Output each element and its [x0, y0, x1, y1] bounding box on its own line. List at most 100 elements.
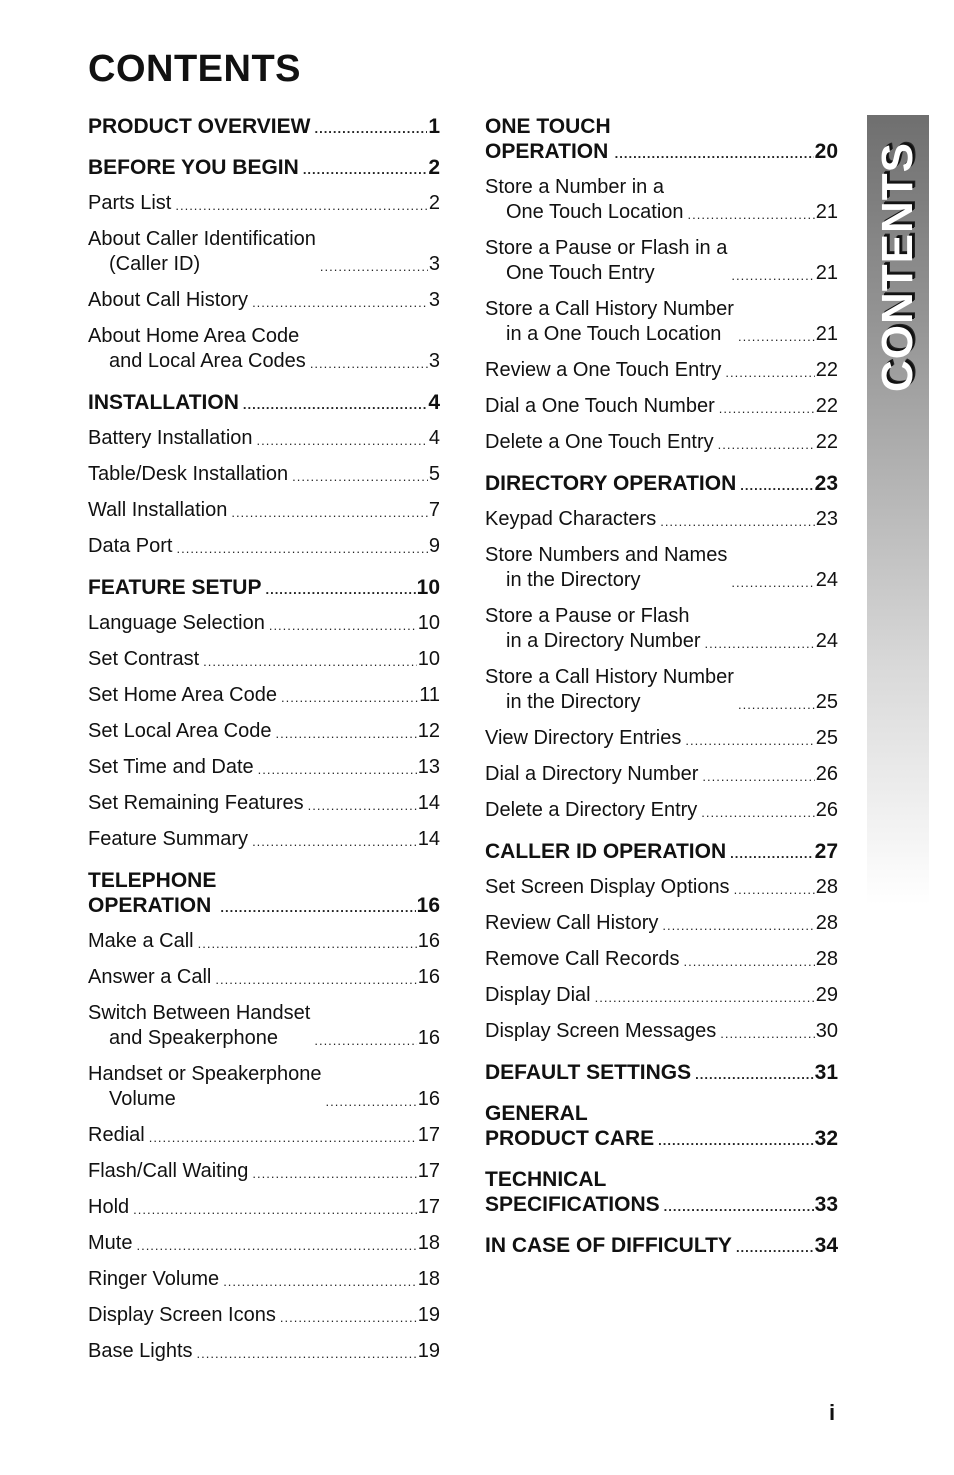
toc-entry[interactable]: Redial 17: [88, 1123, 440, 1148]
toc-entry[interactable]: Set Screen Display Options 28: [485, 875, 838, 900]
toc-entry[interactable]: Display Dial 29: [485, 983, 838, 1008]
toc-heading[interactable]: IN CASE OF DIFFICULTY 34: [485, 1229, 838, 1258]
toc-entry[interactable]: Store a Pause or Flash in a One Touch Ent…: [485, 236, 838, 286]
toc-entry[interactable]: Battery Installation 4: [88, 426, 440, 451]
toc-heading[interactable]: PRODUCT OVERVIEW 1: [88, 110, 440, 139]
toc-entry-label: Store Numbers and Names in the Directory: [485, 544, 728, 591]
page-ref: 16: [417, 1088, 440, 1110]
toc-heading[interactable]: INSTALLATION 4: [88, 386, 440, 415]
toc-entry[interactable]: Dial a Directory Number 26: [485, 762, 838, 787]
toc-entry[interactable]: Answer a Call 16: [88, 965, 440, 990]
toc-entry-label: Table/Desk Installation: [88, 463, 289, 485]
toc-section: DIRECTORY OPERATION 23 Keypad Characters 23…: [485, 467, 838, 823]
toc-entry[interactable]: Delete a One Touch Entry 22: [485, 430, 838, 455]
leader-dots: [725, 363, 814, 383]
toc-section: GENERAL PRODUCT CARE 32: [485, 1097, 838, 1151]
page-ref: 14: [417, 828, 440, 850]
toc-entry[interactable]: Parts List 2: [88, 191, 440, 216]
page-ref: 23: [814, 472, 838, 495]
toc-entry[interactable]: Mute 18: [88, 1231, 440, 1256]
leader-dots: [314, 1031, 416, 1051]
toc-heading[interactable]: TELEPHONE OPERATION 16: [88, 864, 440, 918]
leader-dots: [595, 988, 815, 1008]
toc-heading[interactable]: DEFAULT SETTINGS 31: [485, 1056, 838, 1085]
toc-entry[interactable]: Switch Between Handsetand Speakerphone 16: [88, 1001, 440, 1051]
toc-entry[interactable]: Ringer Volume 18: [88, 1267, 440, 1292]
toc-entry[interactable]: Handset or SpeakerphoneVolume 16: [88, 1062, 440, 1112]
toc-entry-label: Delete a Directory Entry: [485, 799, 698, 821]
toc-entry-label: Display Screen Messages: [485, 1020, 717, 1042]
leader-dots: [658, 1131, 813, 1151]
toc-entry[interactable]: Hold 17: [88, 1195, 440, 1220]
toc-heading[interactable]: GENERAL PRODUCT CARE 32: [485, 1097, 838, 1151]
toc-entry[interactable]: Set Local Area Code 12: [88, 719, 440, 744]
leader-dots: [252, 1164, 416, 1184]
leader-dots: [720, 1024, 815, 1044]
toc-entry[interactable]: Language Selection 10: [88, 611, 440, 636]
toc-entry[interactable]: Review a One Touch Entry 22: [485, 358, 838, 383]
toc-entry[interactable]: About Home Area Code and Local Area Codes…: [88, 324, 440, 374]
toc-entry[interactable]: Table/Desk Installation 5: [88, 462, 440, 487]
leader-dots: [292, 467, 428, 487]
toc-entry[interactable]: Wall Installation 7: [88, 498, 440, 523]
toc-entry[interactable]: View Directory Entries 25: [485, 726, 838, 751]
toc-entry[interactable]: Display Screen Messages 30: [485, 1019, 838, 1044]
leader-dots: [303, 160, 428, 180]
toc-entry[interactable]: Store a Call History Number in the Direct…: [485, 665, 838, 715]
toc-section: BEFORE YOU BEGIN 2 Parts List 2 About Caller…: [88, 151, 440, 374]
toc-heading[interactable]: FEATURE SETUP 10: [88, 571, 440, 600]
toc-entry[interactable]: Dial a One Touch Number 22: [485, 394, 838, 419]
toc-entry[interactable]: Set Remaining Features 14: [88, 791, 440, 816]
toc-entry[interactable]: Store Numbers and Namesin the Directory 2…: [485, 543, 838, 593]
toc-heading-label: FEATURE SETUP: [88, 576, 262, 599]
toc-entry-label: Set Time and Date: [88, 756, 254, 778]
toc-entry[interactable]: Delete a Directory Entry 26: [485, 798, 838, 823]
toc-entry[interactable]: Base Lights 19: [88, 1339, 440, 1364]
page-ref: 11: [419, 684, 440, 706]
toc-entry[interactable]: Display Screen Icons 19: [88, 1303, 440, 1328]
page-ref: 28: [815, 912, 838, 934]
toc-entry[interactable]: Set Home Area Code 11: [88, 683, 440, 708]
toc-entry-label: Set Home Area Code: [88, 684, 277, 706]
page-title: CONTENTS: [88, 48, 301, 90]
toc-entry[interactable]: Remove Call Records 28: [485, 947, 838, 972]
toc-heading[interactable]: DIRECTORY OPERATION 23: [485, 467, 838, 496]
toc-entry[interactable]: Store a Number in aOne Touch Location 21: [485, 175, 838, 225]
toc-heading[interactable]: CALLER ID OPERATION 27: [485, 835, 838, 864]
toc-entry[interactable]: Review Call History 28: [485, 911, 838, 936]
toc-entry-label: Store a Call History Number in a One Touc…: [485, 298, 734, 345]
page-ref: 19: [417, 1304, 440, 1326]
toc-entry[interactable]: Make a Call 16: [88, 929, 440, 954]
leader-dots: [738, 695, 815, 715]
leader-dots: [243, 395, 427, 415]
toc-entry[interactable]: Store a Call History Number in a One Touc…: [485, 297, 838, 347]
page-ref: 10: [417, 648, 440, 670]
leader-dots: [736, 1238, 814, 1258]
toc-heading[interactable]: BEFORE YOU BEGIN 2: [88, 151, 440, 180]
toc-entry-label: Store a Number in a One Touch Location: [485, 176, 684, 223]
toc-entry[interactable]: About Call History 3: [88, 288, 440, 313]
toc-heading-label: DIRECTORY OPERATION: [485, 472, 737, 495]
toc-entry[interactable]: Feature Summary 14: [88, 827, 440, 852]
page-ref: 22: [815, 395, 838, 417]
toc-left-column: PRODUCT OVERVIEW1 BEFORE YOU BEGIN2 Parts …: [88, 110, 440, 1376]
page-ref: 33: [814, 1193, 838, 1216]
leader-dots: [731, 573, 814, 593]
toc-heading[interactable]: ONE TOUCH OPERATION 20: [485, 110, 838, 164]
page-ref: 31: [814, 1061, 838, 1084]
toc-entry[interactable]: Store a Pause or Flash in a Directory Num…: [485, 604, 838, 654]
toc-entry[interactable]: Set Contrast 10: [88, 647, 440, 672]
leader-dots: [197, 1344, 417, 1364]
toc-entry[interactable]: About Caller Identification(Caller ID) 3: [88, 227, 440, 277]
leader-dots: [198, 934, 417, 954]
page-ref: 16: [416, 894, 440, 917]
toc-heading[interactable]: TECHNICAL SPECIFICATIONS 33: [485, 1163, 838, 1217]
page-ref: 25: [815, 727, 838, 749]
page-ref: 17: [417, 1196, 440, 1218]
toc-entry-label: Dial a One Touch Number: [485, 395, 715, 417]
toc-entry[interactable]: Set Time and Date 13: [88, 755, 440, 780]
toc-entry[interactable]: Data Port 9: [88, 534, 440, 559]
toc-entry[interactable]: Keypad Characters 23: [485, 507, 838, 532]
leader-dots: [220, 898, 415, 918]
toc-entry[interactable]: Flash/Call Waiting 17: [88, 1159, 440, 1184]
